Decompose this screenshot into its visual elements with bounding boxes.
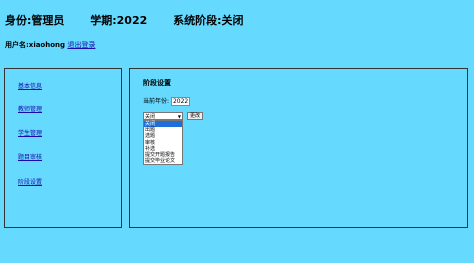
year-label: 当前年份: [143,98,170,105]
sidebar: 基本信息 教师管理 学生管理 题目审核 阶段设置 [4,68,122,228]
page-title: 阶段设置 [143,79,171,87]
year-row: 当前年份: 2022 [143,96,191,106]
dropdown-option[interactable]: 提交毕业论文 [144,158,182,164]
sidebar-item-stage-settings[interactable]: 阶段设置 [18,177,42,186]
year-value: 2022 [170,97,191,106]
stage-dropdown-list[interactable]: 关闭 出题 选题 审核 补选 提交开题报告 提交毕业论文 [143,120,183,166]
user-info: 用户名:xiaohong 退出登录 [5,40,95,50]
semester-label: 学期:2022 [90,14,148,27]
username-label: 用户名:xiaohong [5,41,66,49]
identity-label: 身份:管理员 [5,14,65,27]
system-stage-label: 系统阶段:关闭 [173,14,244,27]
sidebar-item-topic-review[interactable]: 题目审核 [18,152,42,161]
sidebar-item-teacher-management[interactable]: 教师管理 [18,104,42,113]
logout-link[interactable]: 退出登录 [67,41,95,49]
stage-select[interactable]: 关闭 ▼ [143,112,183,120]
change-button[interactable]: 更改 [187,112,203,120]
header: 身份:管理员 学期:2022 系统阶段:关闭 [5,12,266,28]
sidebar-item-student-management[interactable]: 学生管理 [18,128,42,137]
main-panel: 阶段设置 当前年份: 2022 关闭 ▼ 更改 关闭 出题 选题 审核 补选 提… [129,68,468,228]
sidebar-item-basic-info[interactable]: 基本信息 [18,81,42,90]
